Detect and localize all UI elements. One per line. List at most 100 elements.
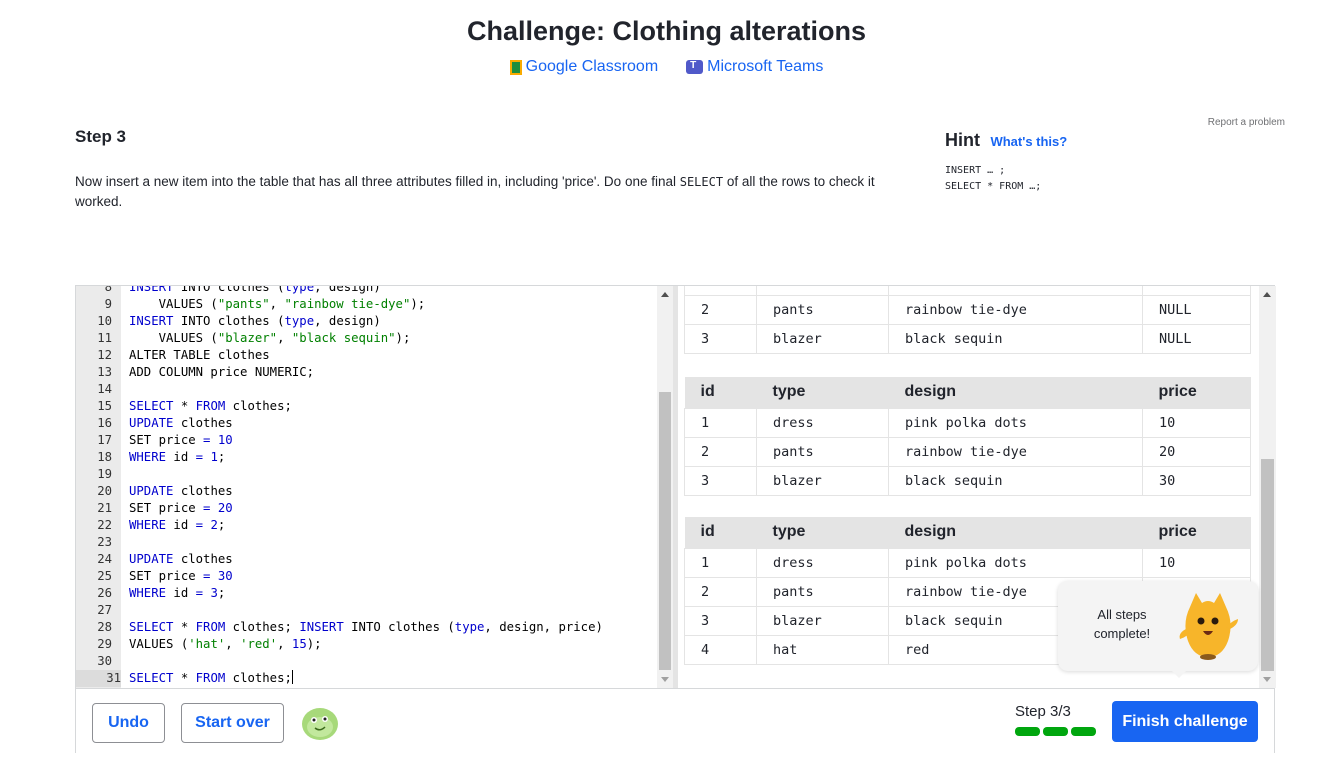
line-number: 28	[97, 620, 112, 634]
code-line[interactable]: 20 UPDATE clothes	[76, 483, 656, 500]
table-row: 3 blazer black sequin NULL	[684, 324, 1251, 354]
column-header: type	[756, 517, 889, 548]
table-cell: 2	[684, 295, 757, 325]
code-text: SELECT * FROM clothes;	[129, 670, 293, 685]
code-line[interactable]: 8 INSERT INTO clothes (type, design)	[76, 286, 656, 296]
start-over-button[interactable]: Start over	[181, 703, 284, 743]
toast-line-1: All steps	[1097, 607, 1147, 622]
code-line[interactable]: 16 UPDATE clothes	[76, 415, 656, 432]
results-scroll-thumb[interactable]	[1261, 459, 1274, 671]
avatar-icon[interactable]	[301, 705, 339, 741]
code-line[interactable]: 26 WHERE id = 3;	[76, 585, 656, 602]
line-number: 17	[97, 433, 112, 447]
table-row: 1 dress pink polka dots 10	[684, 407, 1251, 438]
code-line[interactable]: 14	[76, 381, 656, 398]
text-cursor	[291, 670, 293, 684]
share-links: Google Classroom Microsoft Teams	[0, 58, 1333, 76]
hint-title: Hint	[945, 130, 980, 150]
challenge-frame: 8 INSERT INTO clothes (type, design) 9 VAL…	[75, 285, 1276, 753]
mascot-icon	[1179, 593, 1238, 660]
table-cell: pink polka dots	[888, 407, 1143, 438]
undo-button[interactable]: Undo	[92, 703, 165, 743]
code-line[interactable]: 11 VALUES ("blazer", "black sequin");	[76, 330, 656, 347]
hint-whats-this-link[interactable]: What's this?	[990, 134, 1067, 149]
code-text: UPDATE clothes	[129, 552, 233, 566]
table-cell: NULL	[1142, 295, 1251, 325]
table-row: 1 dress pink polka dots 10	[684, 547, 1251, 578]
code-line[interactable]: 9 VALUES ("pants", "rainbow tie-dye");	[76, 296, 656, 313]
step-progress-label: Step 3/3	[1015, 703, 1071, 720]
editor-scroll-thumb[interactable]	[659, 392, 671, 670]
code-line[interactable]: 28 SELECT * FROM clothes; INSERT INTO clo…	[76, 619, 656, 636]
toast-message: All steps complete!	[1072, 605, 1172, 643]
editor-scrollbar[interactable]	[657, 286, 673, 688]
table-row: 2 pants rainbow tie-dye NULL	[684, 295, 1251, 325]
line-number: 29	[97, 637, 112, 651]
line-number: 21	[97, 501, 112, 515]
table-cell: blazer	[756, 605, 889, 636]
code-text: VALUES ("pants", "rainbow tie-dye");	[129, 297, 426, 311]
line-number: 9	[104, 297, 112, 311]
google-classroom-link[interactable]: Google Classroom	[509, 58, 658, 76]
code-text: VALUES ('hat', 'red', 15);	[129, 637, 322, 651]
table-row	[684, 286, 1251, 296]
code-line[interactable]: 30	[76, 653, 656, 670]
code-line[interactable]: 22 WHERE id = 2;	[76, 517, 656, 534]
code-line[interactable]: 19	[76, 466, 656, 483]
results-scroll-down-icon[interactable]	[1263, 677, 1271, 682]
table-cell: pants	[756, 295, 889, 325]
report-problem-link[interactable]: Report a problem	[1208, 117, 1285, 128]
google-classroom-icon	[509, 59, 522, 75]
code-line[interactable]: 18 WHERE id = 1;	[76, 449, 656, 466]
line-number: 22	[97, 518, 112, 532]
line-number: 24	[97, 552, 112, 566]
scroll-down-icon[interactable]	[661, 677, 669, 682]
code-text: ADD COLUMN price NUMERIC;	[129, 365, 315, 379]
microsoft-teams-label: Microsoft Teams	[707, 58, 824, 75]
code-text: SELECT * FROM clothes;	[129, 399, 292, 413]
code-line[interactable]: 13 ADD COLUMN price NUMERIC;	[76, 364, 656, 381]
code-line[interactable]: 15 SELECT * FROM clothes;	[76, 398, 656, 415]
table-cell: dress	[756, 547, 889, 578]
result-table-2: id type design price 1 dress pink polka dots 1…	[684, 377, 1251, 496]
code-text: INSERT INTO clothes (type, design)	[129, 314, 381, 328]
hint-code: INSERT … ; SELECT * FROM …;	[945, 163, 1067, 195]
code-editor[interactable]: 8 INSERT INTO clothes (type, design) 9 VAL…	[76, 286, 673, 688]
line-number: 13	[97, 365, 112, 379]
results-scrollbar[interactable]	[1259, 286, 1276, 688]
scroll-up-icon[interactable]	[661, 292, 669, 297]
code-line[interactable]: 24 UPDATE clothes	[76, 551, 656, 568]
table-cell: rainbow tie-dye	[888, 295, 1143, 325]
code-text: UPDATE clothes	[129, 416, 233, 430]
code-line[interactable]: 29 VALUES ('hat', 'red', 15);	[76, 636, 656, 653]
column-header: design	[888, 517, 1143, 548]
code-line[interactable]: 25 SET price = 30	[76, 568, 656, 585]
line-number: 20	[97, 484, 112, 498]
progress-segment	[1071, 727, 1096, 736]
step-text-code: SELECT	[679, 175, 724, 189]
code-text: SET price = 20	[129, 501, 233, 515]
line-number: 25	[97, 569, 112, 583]
code-line[interactable]: 31 SELECT * FROM clothes;	[76, 670, 656, 687]
line-number: 15	[97, 399, 112, 413]
microsoft-teams-link[interactable]: Microsoft Teams	[686, 58, 823, 76]
result-table-1: 2 pants rainbow tie-dye NULL 3 blazer black se…	[684, 286, 1251, 354]
line-number: 10	[97, 314, 112, 328]
code-line[interactable]: 17 SET price = 10	[76, 432, 656, 449]
code-text: SET price = 30	[129, 569, 233, 583]
toast-tail	[1170, 669, 1188, 678]
code-line[interactable]: 21 SET price = 20	[76, 500, 656, 517]
code-line[interactable]: 27	[76, 602, 656, 619]
step-heading: Step 3	[75, 127, 127, 146]
hint-line-1: INSERT … ;	[945, 165, 1006, 176]
hint-line-2: SELECT * FROM …;	[945, 181, 1042, 192]
table-cell: 1	[684, 547, 757, 578]
results-scroll-up-icon[interactable]	[1263, 292, 1271, 297]
code-line[interactable]: 12 ALTER TABLE clothes	[76, 347, 656, 364]
table-row: 3 blazer black sequin 30	[684, 465, 1251, 496]
line-number: 26	[97, 586, 112, 600]
table-cell: 20	[1142, 436, 1251, 467]
code-line[interactable]: 23	[76, 534, 656, 551]
finish-challenge-button[interactable]: Finish challenge	[1112, 701, 1258, 742]
code-line[interactable]: 10 INSERT INTO clothes (type, design)	[76, 313, 656, 330]
